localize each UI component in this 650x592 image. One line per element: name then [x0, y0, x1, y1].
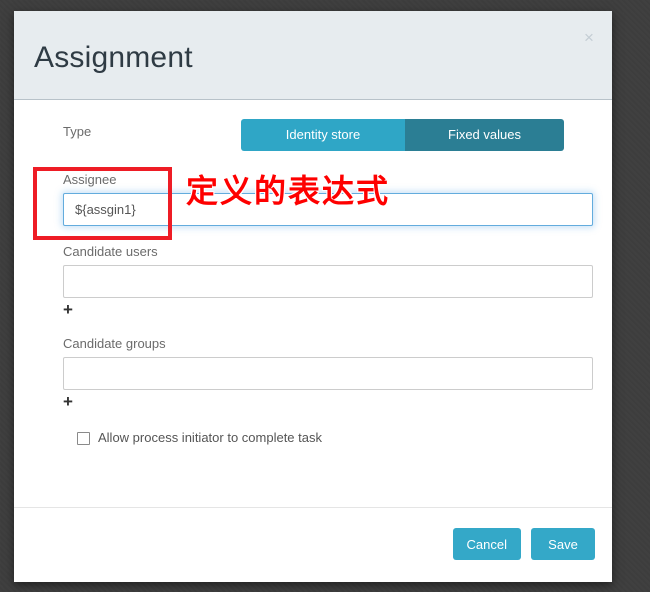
allow-initiator-row: Allow process initiator to complete task — [77, 430, 322, 446]
footer-button-group: Cancel Save — [452, 528, 595, 560]
close-icon[interactable]: × — [578, 27, 600, 49]
candidate-users-input[interactable] — [63, 265, 593, 298]
type-label: Type — [63, 124, 92, 139]
cancel-button[interactable]: Cancel — [452, 528, 521, 560]
assignee-label: Assignee — [63, 172, 117, 187]
assignment-modal: Assignment × Type Identity store Fixed v… — [14, 11, 612, 582]
field-candidate-groups: Candidate groups + — [63, 336, 593, 412]
assignee-input[interactable] — [63, 193, 593, 226]
candidate-groups-label: Candidate groups — [63, 336, 166, 351]
modal-footer: Cancel Save — [14, 507, 612, 581]
modal-body: Type Identity store Fixed values Assigne… — [14, 100, 612, 507]
candidate-users-label: Candidate users — [63, 244, 158, 259]
field-assignee: Assignee — [63, 172, 593, 226]
type-row: Type Identity store Fixed values — [14, 119, 612, 151]
type-button-group: Identity store Fixed values — [241, 119, 564, 151]
modal-header: Assignment × — [14, 11, 612, 100]
allow-initiator-checkbox[interactable] — [77, 431, 90, 445]
candidate-groups-input[interactable] — [63, 357, 593, 390]
allow-initiator-label[interactable]: Allow process initiator to complete task — [98, 430, 322, 446]
page-title: Assignment — [34, 41, 193, 74]
tab-fixed-values[interactable]: Fixed values — [405, 119, 564, 151]
tab-identity-store[interactable]: Identity store — [241, 119, 405, 151]
save-button[interactable]: Save — [531, 528, 595, 560]
add-candidate-group-icon[interactable]: + — [63, 393, 73, 410]
add-candidate-user-icon[interactable]: + — [63, 301, 73, 318]
field-candidate-users: Candidate users + — [63, 244, 593, 320]
